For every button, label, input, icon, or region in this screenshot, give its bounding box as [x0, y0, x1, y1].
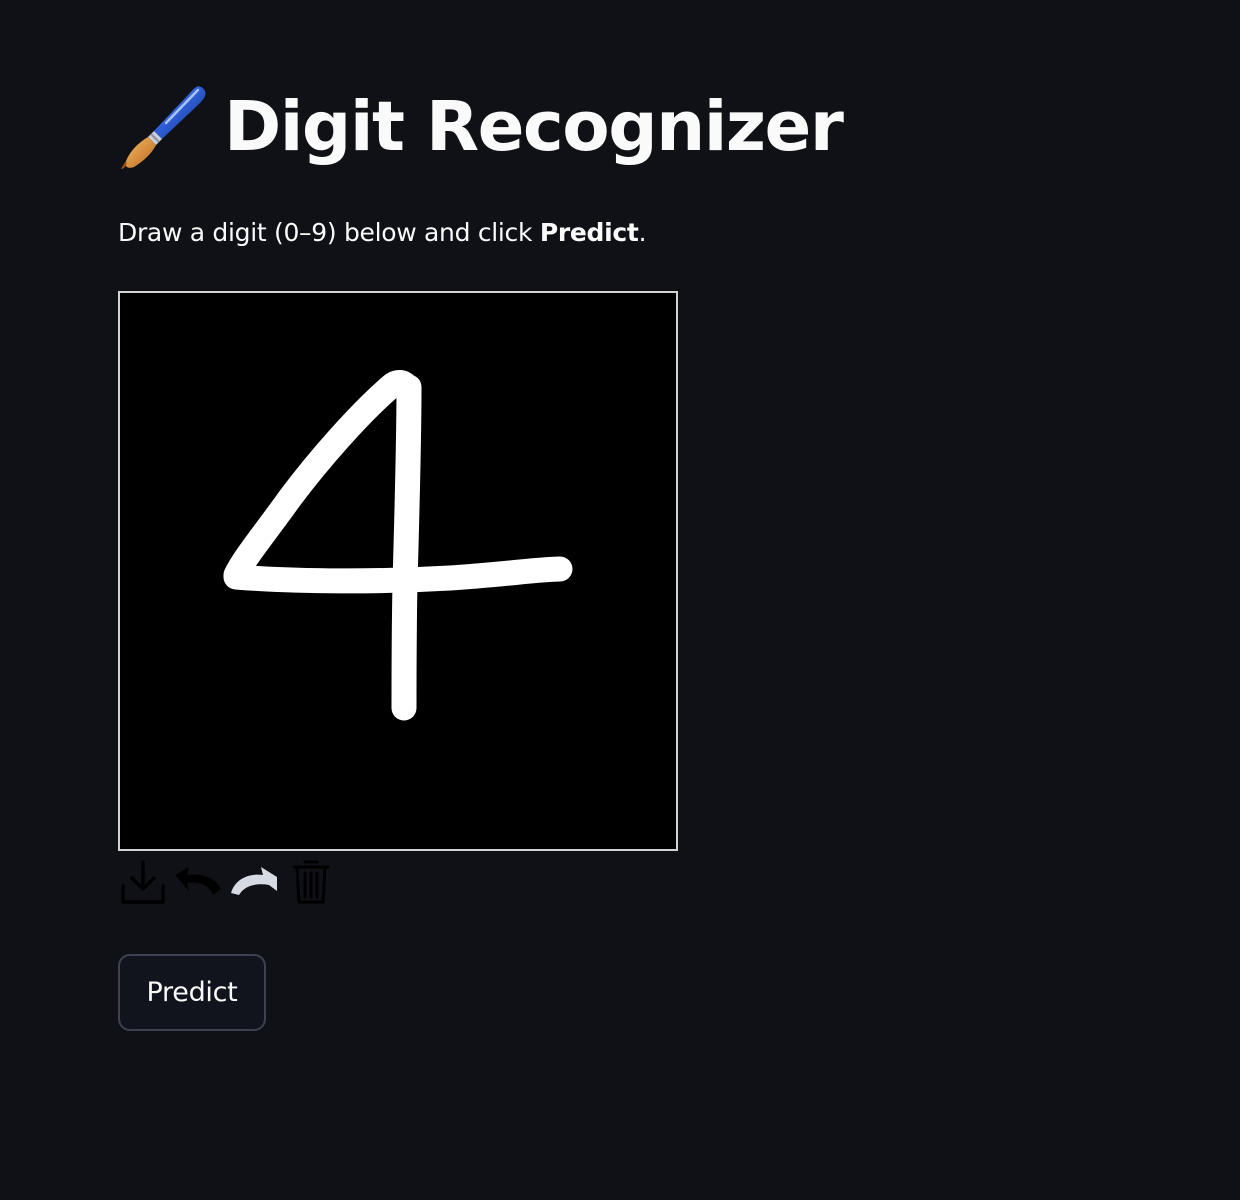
digit-stroke-vertical: [391, 374, 422, 721]
undo-button[interactable]: [172, 858, 224, 910]
redo-icon: [229, 867, 279, 901]
instructions-text: Draw a digit (0–9) below and click Predi…: [118, 215, 647, 251]
instructions-suffix: .: [638, 218, 647, 247]
download-icon: [119, 858, 167, 910]
drawing-canvas[interactable]: [118, 291, 678, 851]
app-title: Digit Recognizer: [224, 86, 844, 167]
redo-button[interactable]: [226, 858, 282, 910]
canvas-toolbar: [118, 858, 340, 910]
digit-stroke-diagonal: [223, 370, 420, 588]
trash-icon: [291, 858, 331, 910]
clear-button[interactable]: [286, 858, 336, 910]
undo-icon: [173, 865, 223, 903]
download-button[interactable]: [118, 858, 168, 910]
instructions-emphasis: Predict: [539, 218, 639, 247]
predict-button[interactable]: Predict: [118, 954, 266, 1031]
page-title: Digit Recognizer: [118, 72, 844, 182]
instructions-prefix: Draw a digit (0–9) below and click: [118, 218, 540, 247]
paintbrush-icon: [118, 81, 210, 173]
drawn-digit-strokes: [223, 370, 573, 721]
